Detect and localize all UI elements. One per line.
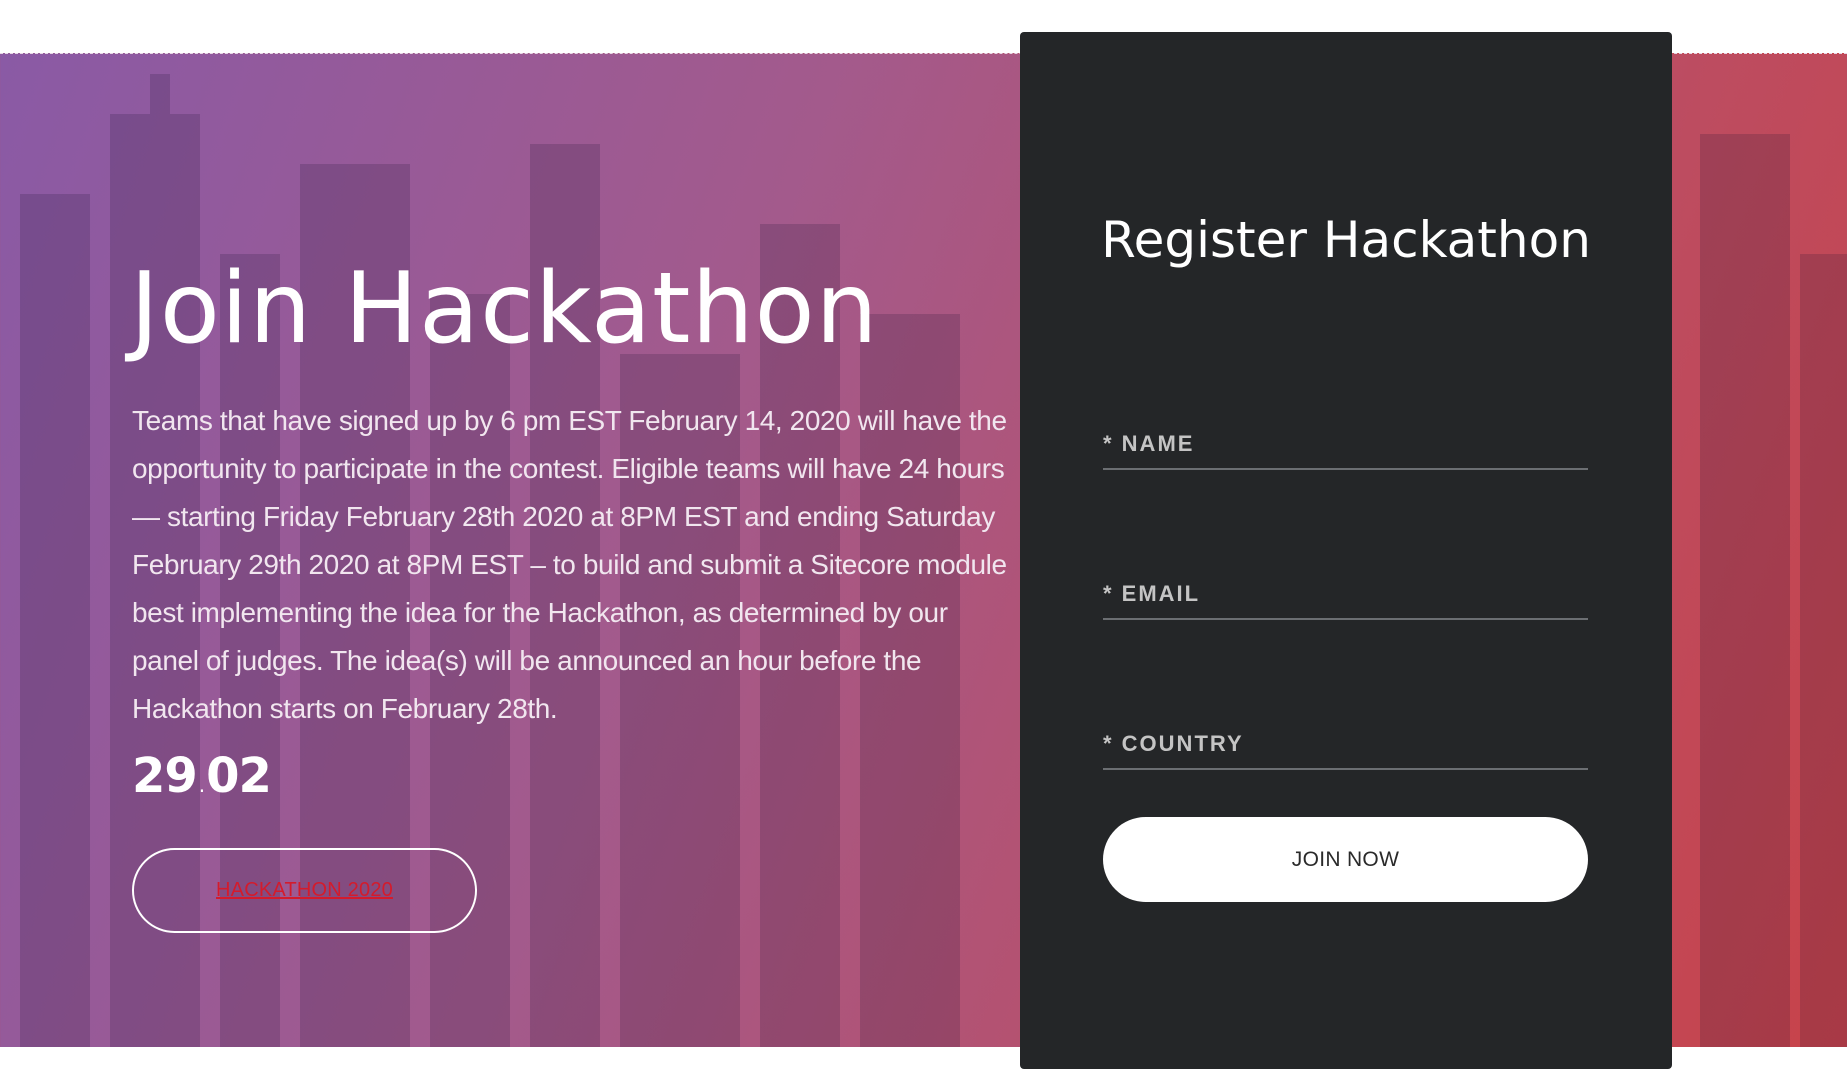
hackathon-2020-link[interactable]: HACKATHON 2020 (216, 879, 393, 902)
register-card: Register Hackathon JOIN NOW (1020, 32, 1672, 1069)
name-field (1103, 420, 1588, 470)
join-now-button[interactable]: JOIN NOW (1103, 817, 1588, 902)
event-date-month: 02 (206, 748, 272, 804)
country-field (1103, 720, 1588, 770)
register-title: Register Hackathon (1101, 211, 1591, 269)
event-date-separator: . (198, 773, 205, 797)
hackathon-2020-button[interactable]: HACKATHON 2020 (132, 848, 477, 933)
country-input[interactable] (1103, 720, 1588, 768)
email-field (1103, 570, 1588, 620)
email-input[interactable] (1103, 570, 1588, 618)
hero-description: Teams that have signed up by 6 pm EST Fe… (132, 405, 1007, 724)
page: Join Hackathon Teams that have signed up… (0, 0, 1847, 1083)
hero-title: Join Hackathon (130, 252, 879, 366)
name-input[interactable] (1103, 420, 1588, 468)
event-date: 29.02 (132, 746, 272, 815)
event-date-day: 29 (132, 748, 198, 804)
